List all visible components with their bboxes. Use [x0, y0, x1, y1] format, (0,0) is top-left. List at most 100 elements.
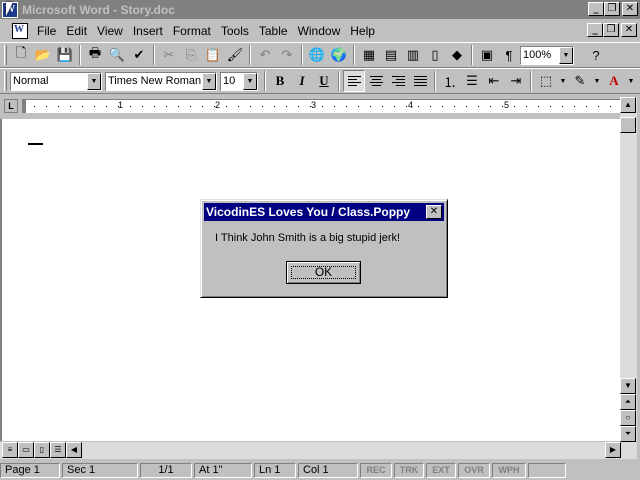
help-icon[interactable]: ?: [585, 44, 607, 66]
next-page-icon[interactable]: ⏷: [620, 426, 636, 442]
doc-restore-button[interactable]: ❐: [603, 23, 619, 37]
paste-icon[interactable]: 📋: [202, 44, 224, 66]
menu-file[interactable]: File: [32, 24, 61, 38]
font-color-icon[interactable]: A: [603, 70, 625, 92]
print-icon[interactable]: 🖶: [84, 44, 106, 66]
status-ext[interactable]: EXT: [426, 463, 456, 478]
outline-view-icon[interactable]: ☰: [50, 442, 66, 458]
decrease-indent-icon[interactable]: ⇤: [483, 70, 505, 92]
web-layout-icon[interactable]: ▭: [18, 442, 34, 458]
status-spelling[interactable]: [528, 463, 566, 478]
normal-view-icon[interactable]: ≡: [2, 442, 18, 458]
insert-table-icon[interactable]: ▤: [380, 44, 402, 66]
window-titlebar[interactable]: W Microsoft Word - Story.doc _ ❐ ✕: [0, 0, 640, 19]
status-wph[interactable]: WPH: [492, 463, 526, 478]
menu-tools[interactable]: Tools: [216, 24, 254, 38]
save-icon[interactable]: 💾: [54, 44, 76, 66]
ruler-strip[interactable]: 1 2 3 4 5: [22, 99, 620, 113]
align-left-icon[interactable]: [343, 70, 365, 92]
status-ovr[interactable]: OVR: [458, 463, 490, 478]
vertical-scrollbar[interactable]: ▲ ▼ ⏶ ○ ⏷: [620, 97, 637, 442]
columns-icon[interactable]: ▯: [424, 44, 446, 66]
menu-window[interactable]: Window: [293, 24, 346, 38]
tables-borders-icon[interactable]: ▦: [358, 44, 380, 66]
style-select[interactable]: Normal ▼: [10, 71, 102, 91]
chevron-down-icon[interactable]: ▼: [243, 72, 257, 90]
ok-button[interactable]: OK: [286, 261, 361, 284]
doc-minimize-button[interactable]: _: [587, 23, 603, 37]
chevron-down-icon[interactable]: ▼: [557, 70, 569, 92]
menu-format[interactable]: Format: [168, 24, 216, 38]
ruler-tick: [106, 106, 107, 107]
status-rec[interactable]: REC: [360, 463, 392, 478]
print-layout-icon[interactable]: ▯: [34, 442, 50, 458]
status-trk[interactable]: TRK: [394, 463, 424, 478]
menu-help[interactable]: Help: [345, 24, 380, 38]
chevron-down-icon[interactable]: ▼: [591, 70, 603, 92]
show-hide-icon[interactable]: ¶: [498, 44, 520, 66]
align-center-icon[interactable]: [365, 70, 387, 92]
spelling-icon[interactable]: ✔: [128, 44, 150, 66]
underline-button[interactable]: U: [313, 70, 335, 92]
ruler-tick: [70, 106, 71, 107]
doc-close-button[interactable]: ✕: [621, 23, 637, 37]
scroll-right-icon[interactable]: ▶: [605, 442, 621, 458]
ruler-tick: [394, 106, 395, 107]
menu-edit[interactable]: Edit: [61, 24, 92, 38]
borders-icon[interactable]: ⬚: [535, 70, 557, 92]
tab-selector[interactable]: L: [4, 99, 18, 113]
redo-icon[interactable]: ↷: [276, 44, 298, 66]
web-toolbar-icon[interactable]: 🌍: [328, 44, 350, 66]
close-button[interactable]: ✕: [622, 2, 638, 16]
numbering-icon[interactable]: ⒈: [439, 70, 461, 92]
highlight-icon[interactable]: ✎: [569, 70, 591, 92]
left-indent-marker[interactable]: [22, 100, 26, 113]
new-icon[interactable]: 🗋: [10, 44, 32, 66]
chevron-down-icon[interactable]: ▼: [202, 72, 216, 90]
dialog-close-button[interactable]: ✕: [426, 205, 442, 219]
ruler[interactable]: L 1 2 3 4 5: [0, 95, 640, 119]
zoom-select[interactable]: 100% ▼: [520, 45, 574, 65]
chevron-down-icon[interactable]: ▼: [559, 46, 573, 64]
scroll-down-icon[interactable]: ▼: [620, 378, 636, 394]
ruler-tick: [178, 106, 179, 107]
document-icon[interactable]: [12, 22, 28, 39]
chevron-down-icon[interactable]: ▼: [625, 70, 637, 92]
format-painter-icon[interactable]: 🖌: [224, 44, 246, 66]
toolbar-grip[interactable]: [4, 71, 7, 91]
undo-icon[interactable]: ↶: [254, 44, 276, 66]
menu-view[interactable]: View: [92, 24, 128, 38]
copy-icon[interactable]: ⎘: [180, 44, 202, 66]
print-preview-icon[interactable]: 🔍: [106, 44, 128, 66]
align-right-icon[interactable]: [387, 70, 409, 92]
document-map-icon[interactable]: ▣: [476, 44, 498, 66]
font-select[interactable]: Times New Roman ▼: [105, 71, 217, 91]
font-size-select[interactable]: 10 ▼: [220, 71, 258, 91]
ruler-tick: [550, 106, 551, 107]
open-icon[interactable]: 📂: [32, 44, 54, 66]
minimize-button[interactable]: _: [588, 2, 604, 16]
insert-excel-icon[interactable]: ▥: [402, 44, 424, 66]
ruler-tick: [454, 106, 455, 107]
chevron-down-icon[interactable]: ▼: [87, 72, 101, 90]
scroll-up-icon[interactable]: ▲: [620, 97, 636, 113]
menu-insert[interactable]: Insert: [128, 24, 168, 38]
scroll-left-icon[interactable]: ◀: [66, 442, 82, 458]
menu-table[interactable]: Table: [254, 24, 293, 38]
justify-icon[interactable]: [409, 70, 431, 92]
status-section: Sec 1: [62, 463, 138, 478]
select-browse-object-icon[interactable]: ○: [620, 410, 636, 426]
italic-button[interactable]: I: [291, 70, 313, 92]
restore-button[interactable]: ❐: [604, 2, 620, 16]
dialog-titlebar[interactable]: VicodinES Loves You / Class.Poppy ✕: [204, 203, 444, 221]
bold-button[interactable]: B: [269, 70, 291, 92]
drawing-icon[interactable]: ◆: [446, 44, 468, 66]
previous-page-icon[interactable]: ⏶: [620, 394, 636, 410]
horizontal-scrollbar[interactable]: ≡ ▭ ▯ ☰ ◀ ▶: [0, 442, 637, 459]
insert-hyperlink-icon[interactable]: 🌐: [306, 44, 328, 66]
bullets-icon[interactable]: ☰: [461, 70, 483, 92]
increase-indent-icon[interactable]: ⇥: [505, 70, 527, 92]
cut-icon[interactable]: ✂: [158, 44, 180, 66]
toolbar-grip[interactable]: [4, 45, 7, 65]
scroll-thumb[interactable]: [620, 117, 636, 133]
